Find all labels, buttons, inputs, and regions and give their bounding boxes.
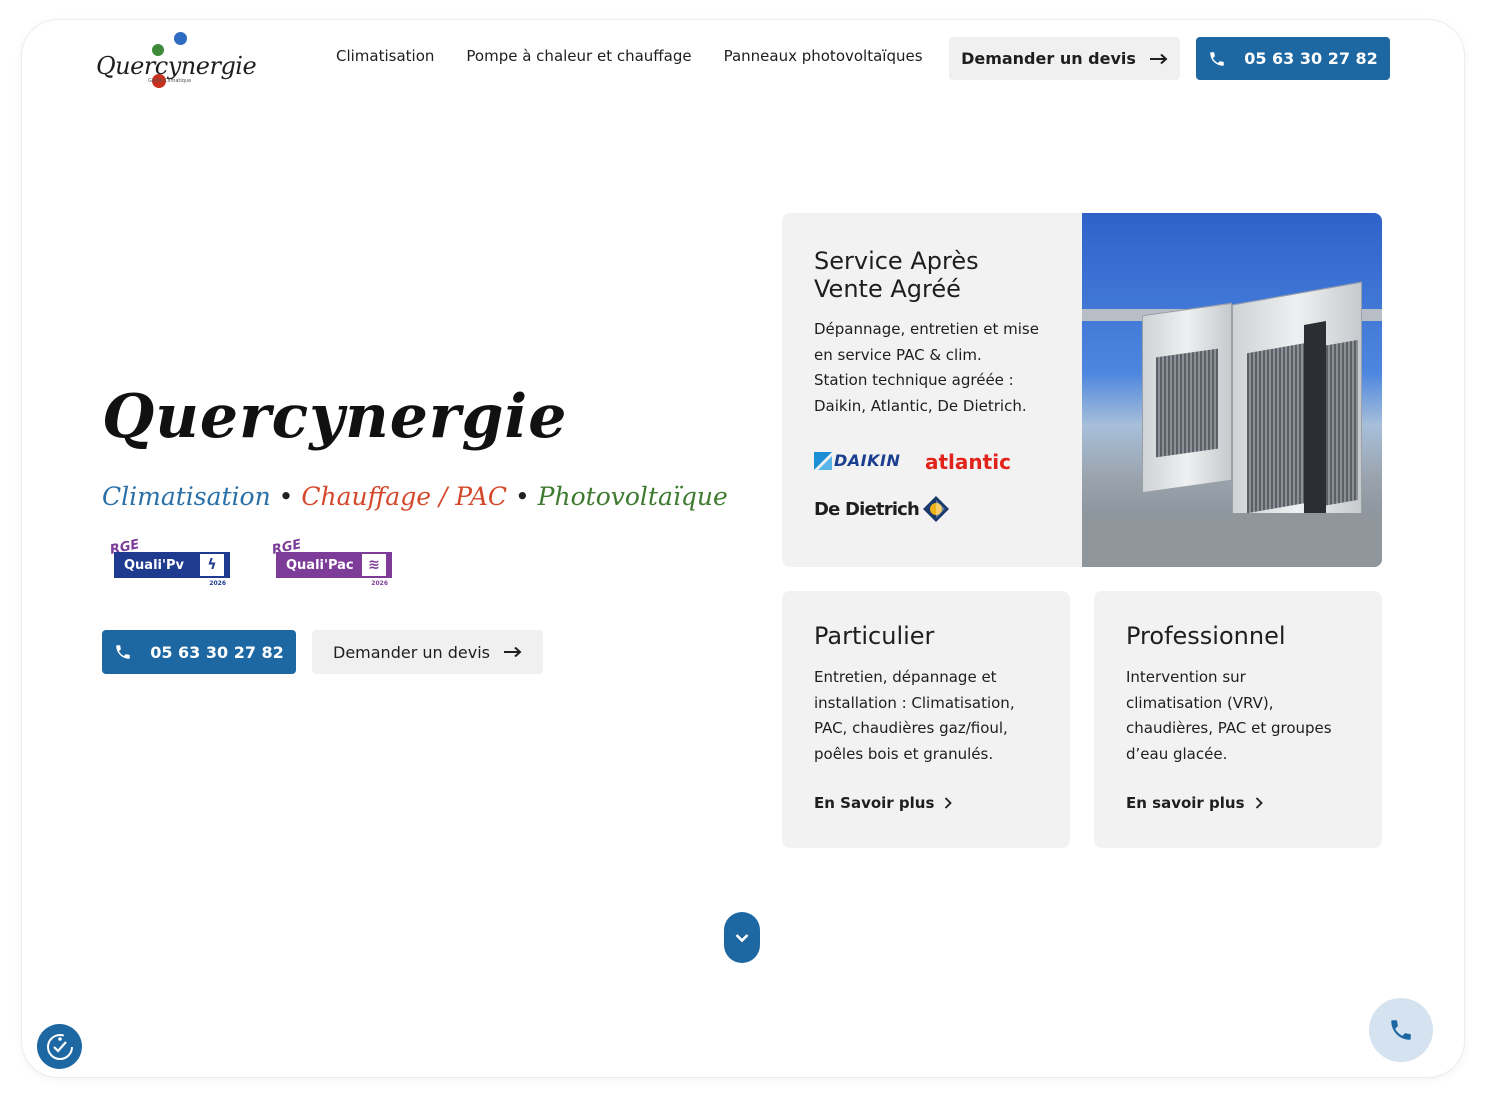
- unit-grille: [1156, 348, 1218, 458]
- sav-card-title: Service Après Vente Agréé: [814, 247, 979, 303]
- hero-phone-button[interactable]: 05 63 30 27 82: [102, 630, 296, 674]
- lightning-icon: ϟ: [200, 554, 224, 576]
- professionnel-card-text: Intervention sur climatisation (VRV), ch…: [1126, 668, 1332, 763]
- site-logo[interactable]: Quercynergie Génie Climatique: [96, 30, 257, 100]
- ground: [1082, 513, 1382, 567]
- nav-item-climatisation[interactable]: Climatisation: [336, 47, 434, 65]
- badge-name: Quali'Pv: [124, 557, 184, 573]
- header-quote-label: Demander un devis: [961, 49, 1136, 68]
- unit-grille: [1322, 339, 1358, 507]
- atlantic-logo: atlantic: [925, 450, 1011, 474]
- particulier-card-text: Entretien, dépannage et installation : C…: [814, 668, 1015, 763]
- badge-qualipac: RGE Quali'Pac ≋ 2026: [271, 537, 394, 592]
- badge-name: Quali'Pac: [286, 557, 354, 573]
- professionnel-card: Professionnel Intervention sur climatisa…: [1094, 591, 1382, 848]
- open-panel: [1304, 321, 1326, 525]
- unit-grille: [1247, 342, 1307, 514]
- phone-icon: [1210, 51, 1224, 66]
- arrow-right-icon: [503, 646, 522, 658]
- tagline-separator: •: [270, 482, 302, 511]
- chevron-down-icon: [735, 933, 749, 942]
- chevron-right-icon: [1255, 797, 1263, 809]
- main-nav: Climatisation Pompe à chaleur et chauffa…: [336, 47, 923, 65]
- hero-phone-label: 05 63 30 27 82: [150, 642, 284, 662]
- logo-subtitle: Génie Climatique: [148, 78, 192, 84]
- hero-quote-button[interactable]: Demander un devis: [312, 630, 543, 674]
- dedietrich-logo: De Dietrich: [814, 496, 950, 522]
- daikin-mark-icon: [814, 451, 832, 470]
- phone-icon: [116, 645, 130, 659]
- page-frame: Quercynergie Génie Climatique Climatisat…: [22, 20, 1464, 1077]
- badge-year: 2026: [209, 580, 226, 587]
- nav-item-pompe-chaleur[interactable]: Pompe à chaleur et chauffage: [466, 47, 691, 65]
- badge-plate: Quali'Pv ϟ: [114, 552, 230, 578]
- professionnel-learn-more-link[interactable]: En savoir plus: [1126, 794, 1263, 812]
- badge-year: 2026: [371, 580, 388, 587]
- heat-waves-icon: ≋: [362, 554, 386, 576]
- tagline-chauffage: Chauffage / PAC: [301, 482, 508, 511]
- professionnel-card-title: Professionnel: [1126, 622, 1286, 650]
- header-quote-button[interactable]: Demander un devis: [949, 37, 1180, 80]
- hero-title: Quercynergie: [102, 382, 568, 452]
- header-phone-label: 05 63 30 27 82: [1244, 49, 1378, 68]
- logo-ball-blue: [174, 32, 187, 45]
- phone-icon: [1391, 1020, 1411, 1040]
- accessibility-button[interactable]: [37, 1024, 82, 1069]
- tagline-climatisation: Climatisation: [102, 482, 271, 511]
- arrow-right-icon: [1149, 53, 1168, 64]
- logo-text: Quercynergie: [96, 52, 257, 80]
- scroll-down-button[interactable]: [724, 912, 760, 963]
- nav-item-photovoltaique[interactable]: Panneaux photovoltaïques: [724, 47, 923, 65]
- sav-card: Service Après Vente Agréé Dépannage, ent…: [782, 213, 1382, 567]
- tagline-photovoltaique: Photovoltaïque: [537, 482, 728, 511]
- hero-quote-label: Demander un devis: [333, 642, 490, 662]
- heat-pump-photo: [1082, 213, 1382, 567]
- accessibility-icon: [46, 1033, 73, 1060]
- badge-qualipv: RGE Quali'Pv ϟ 2026: [109, 537, 232, 592]
- chevron-right-icon: [945, 797, 953, 809]
- particulier-learn-more-link[interactable]: En Savoir plus: [814, 794, 953, 812]
- dedietrich-mark-icon: [923, 496, 950, 522]
- header-phone-button[interactable]: 05 63 30 27 82: [1196, 37, 1390, 80]
- sav-card-text: Dépannage, entretien et mise en service …: [814, 320, 1039, 415]
- floating-phone-button[interactable]: [1369, 998, 1433, 1062]
- tagline-separator: •: [507, 482, 538, 511]
- badge-plate: Quali'Pac ≋: [276, 552, 392, 578]
- hero-tagline: Climatisation • Chauffage / PAC • Photov…: [102, 482, 728, 511]
- particulier-card: Particulier Entretien, dépannage et inst…: [782, 591, 1070, 848]
- daikin-logo: DAIKIN: [814, 451, 900, 470]
- particulier-card-title: Particulier: [814, 622, 935, 650]
